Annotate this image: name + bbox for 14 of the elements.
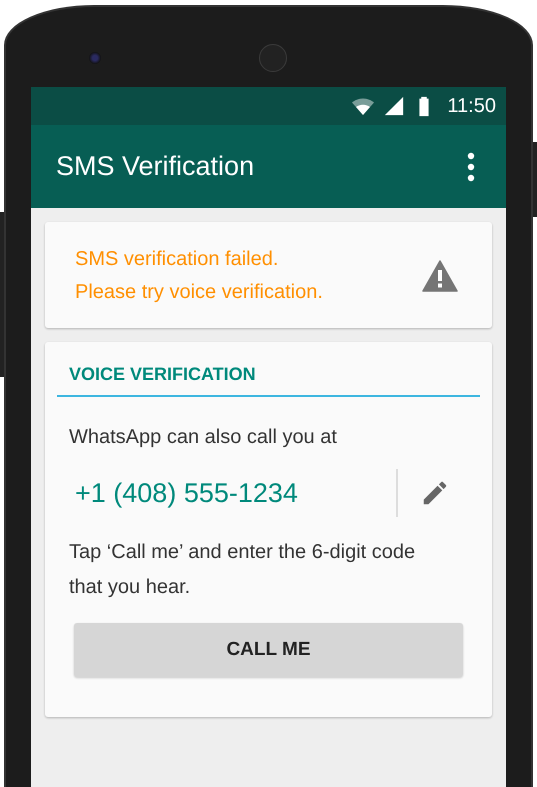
intro-text: WhatsApp can also call you at — [68, 425, 338, 450]
alert-message: SMS verification failed. — [75, 248, 280, 271]
section-heading: VOICE VERIFICATION — [69, 364, 256, 384]
camera-lens — [89, 52, 101, 64]
instruction-text: Tap ‘Call me’ and enter the 6-digit code that you hear. — [68, 540, 416, 600]
speaker-grille — [259, 44, 287, 72]
app-title: SMS Verification — [56, 151, 254, 182]
signal-icon — [383, 95, 406, 117]
warning-icon — [422, 260, 458, 292]
call-me-button[interactable]: CALL ME — [74, 623, 463, 677]
status-time: 11:50 — [447, 94, 496, 118]
more-options-icon[interactable] — [467, 152, 475, 182]
alert-message: Please try voice verification. — [75, 281, 323, 304]
phone-number: +1 (408) 555-1234 — [75, 478, 299, 508]
